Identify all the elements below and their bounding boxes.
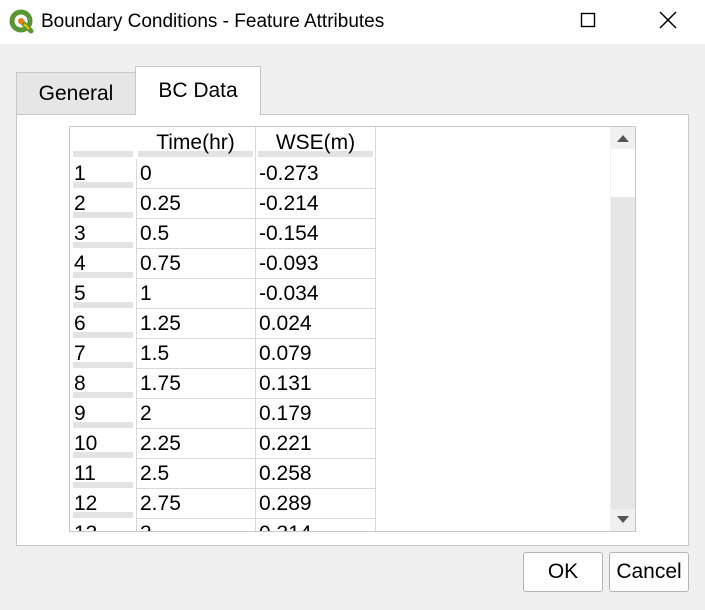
table-corner[interactable]: [70, 127, 136, 159]
corner-underline: [73, 151, 133, 157]
title-bar: Boundary Conditions - Feature Attributes: [0, 0, 705, 44]
wse-cell[interactable]: -0.154: [256, 219, 376, 249]
wse-cell[interactable]: 0.179: [256, 399, 376, 429]
bc-data-table[interactable]: Time(hr) WSE(m) 1 0 -0.273 2 0.25 -0.214…: [69, 126, 636, 532]
row-header[interactable]: 3: [70, 219, 136, 249]
cancel-button[interactable]: Cancel: [609, 552, 689, 592]
wse-cell[interactable]: 0.289: [256, 489, 376, 519]
wse-cell[interactable]: -0.093: [256, 249, 376, 279]
wse-cell[interactable]: 0.258: [256, 459, 376, 489]
wse-cell[interactable]: 0.221: [256, 429, 376, 459]
table-row: 10 2.25 0.221: [70, 429, 376, 459]
row-index: 7: [74, 342, 86, 365]
row-header[interactable]: 13: [70, 519, 136, 531]
row-header[interactable]: 9: [70, 399, 136, 429]
tab-bc-data[interactable]: BC Data: [135, 66, 261, 115]
time-cell[interactable]: 2.5: [136, 459, 256, 489]
row-header[interactable]: 5: [70, 279, 136, 309]
table-row: 4 0.75 -0.093: [70, 249, 376, 279]
row-index: 8: [74, 372, 86, 395]
column-header-time-label: Time(hr): [156, 131, 235, 154]
scroll-down-arrow-icon: [617, 511, 629, 529]
wse-cell[interactable]: -0.034: [256, 279, 376, 309]
row-index: 13: [74, 522, 97, 531]
maximize-button[interactable]: [558, 0, 618, 44]
table-row: 1 0 -0.273: [70, 159, 376, 189]
scroll-down-button[interactable]: [610, 509, 635, 531]
close-icon: [659, 10, 677, 34]
wse-cell[interactable]: 0.314: [256, 519, 376, 531]
scroll-up-button[interactable]: [610, 127, 635, 149]
table-row: 11 2.5 0.258: [70, 459, 376, 489]
tab-bc-data-label: BC Data: [158, 79, 238, 102]
scroll-thumb[interactable]: [611, 149, 635, 197]
qgis-logo-icon: [9, 9, 35, 35]
row-header[interactable]: 11: [70, 459, 136, 489]
table-row: 9 2 0.179: [70, 399, 376, 429]
time-cell[interactable]: 2: [136, 399, 256, 429]
ok-button[interactable]: OK: [523, 552, 603, 592]
close-button[interactable]: [638, 0, 698, 44]
tab-general[interactable]: General: [16, 72, 136, 114]
row-header[interactable]: 7: [70, 339, 136, 369]
wse-cell[interactable]: 0.024: [256, 309, 376, 339]
row-index: 10: [74, 432, 98, 455]
column-header-time[interactable]: Time(hr): [136, 127, 256, 159]
wse-cell[interactable]: 0.131: [256, 369, 376, 399]
row-header[interactable]: 4: [70, 249, 136, 279]
column-header-wse-label: WSE(m): [275, 131, 356, 154]
tab-general-label: General: [38, 81, 114, 105]
time-cell[interactable]: 1.5: [136, 339, 256, 369]
table-row: 8 1.75 0.131: [70, 369, 376, 399]
table-row: 12 2.75 0.289: [70, 489, 376, 519]
row-index: 3: [74, 222, 86, 245]
table-row: 3 0.5 -0.154: [70, 219, 376, 249]
time-cell[interactable]: 1.75: [136, 369, 256, 399]
row-header[interactable]: 1: [70, 159, 136, 189]
row-index: 4: [74, 252, 86, 275]
scroll-up-arrow-icon: [617, 129, 629, 147]
time-cell[interactable]: 2.25: [136, 429, 256, 459]
table-body: 1 0 -0.273 2 0.25 -0.214 3 0.5 -0.154 4 …: [70, 159, 376, 531]
wse-cell[interactable]: -0.273: [256, 159, 376, 189]
row-index: 11: [74, 462, 96, 485]
wse-cell[interactable]: -0.214: [256, 189, 376, 219]
time-cell[interactable]: 2.75: [136, 489, 256, 519]
column-header-wse[interactable]: WSE(m): [256, 127, 376, 159]
time-cell[interactable]: 1: [136, 279, 256, 309]
table-row: 5 1 -0.034: [70, 279, 376, 309]
time-cell[interactable]: 3: [136, 519, 256, 531]
table-row: 6 1.25 0.024: [70, 309, 376, 339]
time-cell[interactable]: 0.25: [136, 189, 256, 219]
row-index: 12: [74, 492, 98, 515]
vertical-scrollbar[interactable]: [610, 127, 635, 531]
row-index: 9: [74, 402, 86, 425]
table-row: 13 3 0.314: [70, 519, 376, 531]
row-header[interactable]: 8: [70, 369, 136, 399]
row-index: 2: [74, 192, 86, 215]
time-cell[interactable]: 1.25: [136, 309, 256, 339]
row-header[interactable]: 2: [70, 189, 136, 219]
row-header[interactable]: 10: [70, 429, 136, 459]
maximize-icon: [580, 12, 596, 33]
scroll-track[interactable]: [611, 197, 635, 509]
active-tab-join: [136, 113, 260, 116]
row-index: 5: [74, 282, 86, 305]
row-header[interactable]: 12: [70, 489, 136, 519]
window-title: Boundary Conditions - Feature Attributes: [41, 11, 385, 32]
row-index: 6: [74, 312, 86, 335]
table-row: 2 0.25 -0.214: [70, 189, 376, 219]
row-header[interactable]: 6: [70, 309, 136, 339]
row-index: 1: [74, 162, 86, 185]
time-cell[interactable]: 0.75: [136, 249, 256, 279]
time-cell[interactable]: 0: [136, 159, 256, 189]
wse-cell[interactable]: 0.079: [256, 339, 376, 369]
table-row: 7 1.5 0.079: [70, 339, 376, 369]
time-cell[interactable]: 0.5: [136, 219, 256, 249]
